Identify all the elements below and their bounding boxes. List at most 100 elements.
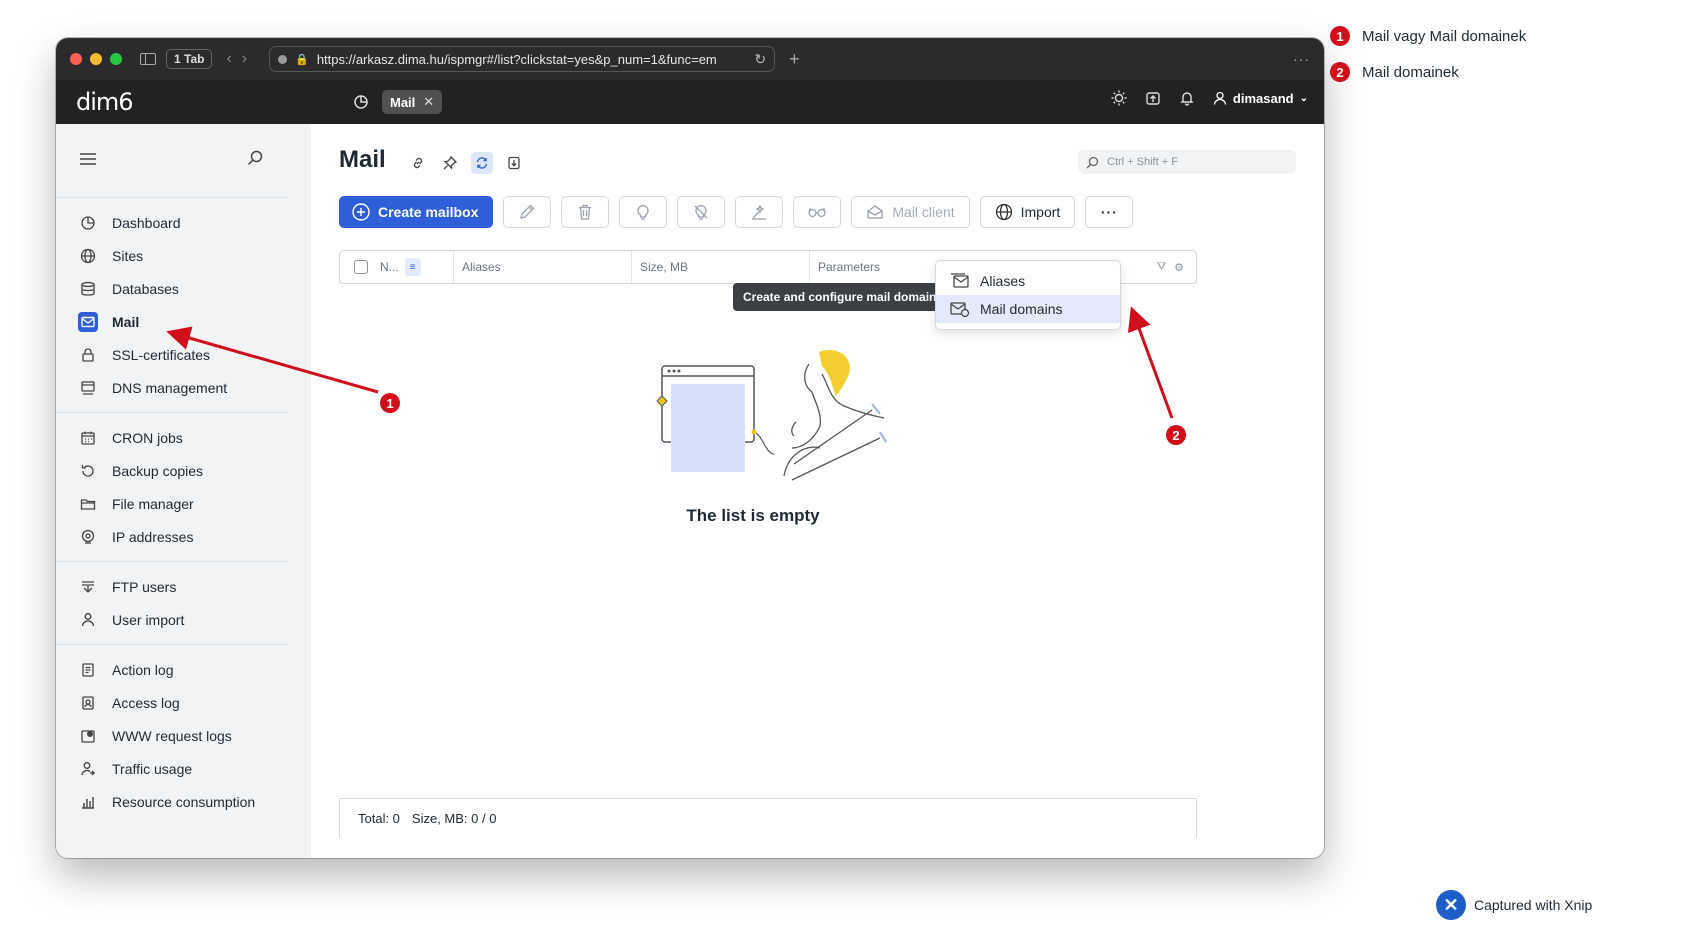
sidebar-item-dns-management[interactable]: DNS management: [56, 371, 287, 404]
username: dimasand: [1232, 90, 1294, 106]
access-log-icon: [78, 693, 98, 713]
window-controls: [70, 53, 122, 65]
filter-icon[interactable]: ⛛: [1157, 261, 1166, 274]
column-size[interactable]: Size, MB: [632, 251, 810, 283]
user-icon: [1213, 91, 1227, 105]
pencil-icon: [520, 204, 535, 219]
url-text[interactable]: https://arkasz.dima.hu/ispmgr#/list?clic…: [317, 52, 747, 67]
sidebar: Dashboard Sites Databases Mail SSL-certifica…: [56, 124, 311, 858]
mail-icon: [78, 311, 98, 332]
sidebar-item-backup-copies[interactable]: Backup copies: [56, 454, 287, 487]
legend-text-2: Mail domainek: [1362, 63, 1459, 81]
legend-item-1: 1 Mail vagy Mail domainek: [1330, 18, 1526, 54]
browser-sidebar-icon[interactable]: [140, 53, 156, 65]
column-aliases[interactable]: Aliases: [454, 251, 632, 283]
theme-sun-icon[interactable]: [1111, 90, 1127, 106]
settings-wizard-button[interactable]: [735, 196, 784, 228]
disable-button[interactable]: [677, 196, 726, 228]
enable-button[interactable]: [619, 196, 668, 228]
logo[interactable]: dim6: [76, 88, 134, 116]
legend-badge-1: 1: [1330, 26, 1350, 46]
magic-wand-icon: [752, 204, 767, 220]
download-icon[interactable]: [503, 152, 525, 174]
sidebar-item-label: Backup copies: [112, 462, 204, 479]
sidebar-item-label: Resource consumption: [112, 793, 256, 810]
sort-icon[interactable]: ≡: [404, 258, 421, 276]
sidebar-item-sites[interactable]: Sites: [56, 239, 287, 272]
tab-count-badge[interactable]: 1 Tab: [166, 49, 213, 69]
header-tab-label: Mail: [390, 94, 416, 110]
globe-import-icon: [995, 203, 1012, 221]
menu-icon[interactable]: [80, 152, 96, 170]
toolbar: Create mailbox Mail client Import ···: [339, 196, 1134, 228]
column-parameters-label: Parameters: [818, 260, 881, 274]
view-button[interactable]: [793, 196, 842, 228]
sidebar-item-file-manager[interactable]: File manager: [56, 487, 287, 520]
sidebar-item-dashboard[interactable]: Dashboard: [56, 206, 287, 239]
lightbulb-icon: [637, 205, 650, 220]
minimize-window-button[interactable]: [90, 53, 102, 65]
sidebar-item-ip-addresses[interactable]: IP addresses: [56, 520, 287, 553]
address-bar[interactable]: 🔒 https://arkasz.dima.hu/ispmgr#/list?cl…: [269, 46, 776, 72]
legend-item-2: 2 Mail domainek: [1330, 54, 1526, 90]
browser-more-icon[interactable]: ···: [1293, 51, 1310, 67]
gear-icon[interactable]: ⚙: [1174, 261, 1184, 274]
column-name[interactable]: N... ≡: [368, 251, 454, 283]
back-arrow-icon[interactable]: ‹: [226, 50, 231, 68]
more-actions-button[interactable]: ···: [1085, 196, 1134, 228]
bell-icon[interactable]: [1179, 90, 1195, 106]
sidebar-item-databases[interactable]: Databases: [56, 272, 287, 305]
upload-icon[interactable]: [1145, 90, 1161, 106]
delete-button[interactable]: [561, 196, 610, 228]
calendar-icon: [78, 428, 98, 448]
select-all-checkbox[interactable]: [354, 260, 368, 274]
sidebar-item-ftp-users[interactable]: FTP users: [56, 570, 287, 603]
sidebar-item-label: Action log: [112, 661, 174, 678]
sidebar-item-www-request-logs[interactable]: WWW request logs: [56, 719, 287, 752]
new-tab-icon[interactable]: +: [789, 49, 800, 70]
refresh-icon[interactable]: [471, 152, 493, 174]
create-mailbox-button[interactable]: Create mailbox: [339, 196, 494, 228]
search-icon[interactable]: [247, 150, 263, 171]
mail-client-button[interactable]: Mail client: [851, 196, 970, 228]
close-tab-icon[interactable]: ✕: [423, 94, 434, 110]
legend-text-1: Mail vagy Mail domainek: [1362, 27, 1527, 45]
sidebar-item-label: File manager: [112, 495, 194, 512]
dashboard-icon: [78, 213, 98, 233]
import-button[interactable]: Import: [979, 196, 1076, 228]
sidebar-item-resource-consumption[interactable]: Resource consumption: [56, 785, 287, 818]
main-content: Mail Ctrl + Shift + F Create mailbox Mai…: [311, 124, 1324, 858]
dropdown-item-aliases-label: Aliases: [980, 273, 1026, 289]
sidebar-item-ssl-certificates[interactable]: SSL-certificates: [56, 338, 287, 371]
sidebar-group: FTP users User import: [56, 562, 287, 645]
aliases-icon: [951, 273, 969, 288]
dropdown-item-aliases[interactable]: Aliases: [936, 267, 1120, 295]
close-window-button[interactable]: [70, 53, 82, 65]
reload-icon[interactable]: ↻: [754, 51, 766, 68]
edit-button[interactable]: [503, 196, 552, 228]
dashboard-tab-icon[interactable]: [348, 90, 374, 114]
dropdown-item-mail-domains[interactable]: Mail domains: [936, 295, 1120, 323]
lock-icon: 🔒: [295, 53, 309, 66]
sidebar-item-action-log[interactable]: Action log: [56, 653, 287, 686]
sidebar-item-access-log[interactable]: Access log: [56, 686, 287, 719]
sidebar-item-traffic-usage[interactable]: Traffic usage: [56, 752, 287, 785]
folder-icon: [78, 494, 98, 514]
title-actions: [407, 152, 525, 174]
forward-arrow-icon[interactable]: ›: [242, 50, 247, 68]
sidebar-item-user-import[interactable]: User import: [56, 603, 287, 636]
ftp-icon: [78, 577, 98, 597]
mail-client-label: Mail client: [892, 204, 955, 220]
user-menu[interactable]: dimasand ⌄: [1213, 91, 1308, 106]
link-icon[interactable]: [407, 152, 429, 174]
search-placeholder: Ctrl + Shift + F: [1107, 156, 1178, 168]
sidebar-item-cron-jobs[interactable]: CRON jobs: [56, 421, 287, 454]
sidebar-item-mail[interactable]: Mail: [56, 305, 287, 338]
sidebar-item-label: User import: [112, 611, 185, 628]
global-search-input[interactable]: Ctrl + Shift + F: [1078, 150, 1296, 174]
maximize-window-button[interactable]: [110, 53, 122, 65]
header-tab-mail[interactable]: Mail ✕: [382, 90, 443, 114]
pin-icon[interactable]: [439, 152, 461, 174]
xnip-logo-icon: ✕: [1436, 890, 1466, 920]
column-name-label: N...: [380, 260, 399, 274]
